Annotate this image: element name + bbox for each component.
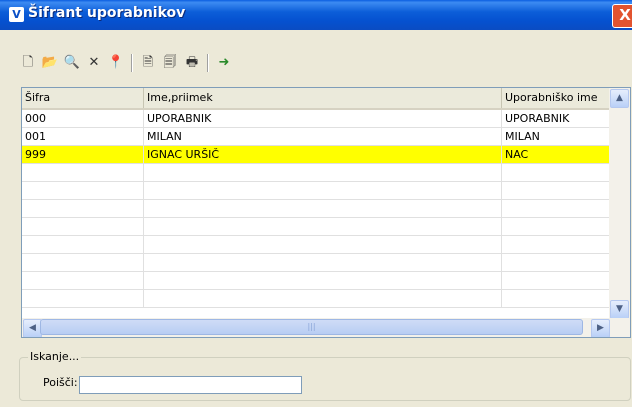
cell-empty: [22, 254, 144, 272]
cell-sifra: 000: [22, 110, 144, 128]
table-row[interactable]: 001 MILAN MILAN: [22, 128, 612, 146]
new-document-icon[interactable]: 🗋: [18, 52, 38, 74]
search-label: Poišči:: [43, 376, 78, 389]
scroll-down-icon[interactable]: ▼: [610, 300, 629, 319]
exit-icon[interactable]: ➜: [214, 52, 234, 74]
grid-header: Šifra Ime,priimek Uporabniško ime: [22, 88, 612, 110]
cell-empty: [22, 182, 144, 200]
cell-ime-priimek: UPORABNIK: [144, 110, 502, 128]
cell-empty: [144, 218, 502, 236]
search-preview-icon[interactable]: 🔍: [62, 52, 82, 74]
table-row-empty[interactable]: [22, 182, 612, 200]
title-bar[interactable]: V Šifrant uporabnikov X: [0, 0, 632, 30]
horizontal-scrollbar[interactable]: ◀ ||| ▶: [22, 318, 630, 337]
table-row-empty[interactable]: [22, 254, 612, 272]
cell-empty: [502, 200, 612, 218]
cell-empty: [144, 200, 502, 218]
close-button[interactable]: X: [612, 4, 632, 28]
table-row-empty[interactable]: [22, 236, 612, 254]
cell-empty: [144, 272, 502, 290]
column-header-sifra[interactable]: Šifra: [22, 88, 144, 108]
cell-ime-priimek: IGNAC URŠIČ: [144, 146, 502, 164]
cell-empty: [144, 164, 502, 182]
open-folder-icon[interactable]: 📂: [40, 52, 60, 74]
delete-icon[interactable]: ✕: [84, 52, 104, 74]
vertical-scrollbar[interactable]: ▲ ▼: [609, 88, 630, 319]
cell-empty: [144, 182, 502, 200]
toolbar-separator: [131, 54, 133, 72]
table-row-empty[interactable]: [22, 290, 612, 308]
table-row-empty[interactable]: [22, 164, 612, 182]
users-grid[interactable]: Šifra Ime,priimek Uporabniško ime 000 UP…: [21, 87, 631, 338]
cell-sifra: 001: [22, 128, 144, 146]
cell-empty: [502, 218, 612, 236]
table-row-empty[interactable]: [22, 272, 612, 290]
cell-empty: [22, 272, 144, 290]
pin-icon[interactable]: 📍: [106, 52, 126, 74]
window-title: Šifrant uporabnikov: [28, 5, 186, 21]
app-icon: V: [9, 7, 24, 22]
table-row-empty[interactable]: [22, 218, 612, 236]
search-group-legend: Iskanje...: [28, 350, 82, 363]
cell-uporabnisko-ime: MILAN: [502, 128, 612, 146]
cell-sifra: 999: [22, 146, 144, 164]
toolbar-separator: [207, 54, 209, 72]
cell-empty: [502, 236, 612, 254]
cell-empty: [22, 236, 144, 254]
cell-empty: [22, 290, 144, 308]
table-row-empty[interactable]: [22, 200, 612, 218]
table-row-selected[interactable]: 999 IGNAC URŠIČ NAC: [22, 146, 612, 164]
cell-empty: [502, 182, 612, 200]
cell-empty: [22, 218, 144, 236]
cell-empty: [502, 272, 612, 290]
column-header-ime-priimek[interactable]: Ime,priimek: [144, 88, 502, 108]
cell-empty: [144, 290, 502, 308]
cell-empty: [22, 200, 144, 218]
column-header-uporabnisko-ime[interactable]: Uporabniško ime: [502, 88, 612, 108]
cell-empty: [502, 254, 612, 272]
table-row[interactable]: 000 UPORABNIK UPORABNIK: [22, 110, 612, 128]
scroll-up-icon[interactable]: ▲: [610, 89, 629, 108]
print-preview-icon[interactable]: 🗎: [138, 52, 158, 74]
cell-empty: [144, 254, 502, 272]
scroll-right-icon[interactable]: ▶: [591, 319, 610, 337]
cell-empty: [502, 290, 612, 308]
cell-empty: [22, 164, 144, 182]
printer-icon[interactable]: 🖶: [182, 52, 202, 74]
cell-ime-priimek: MILAN: [144, 128, 502, 146]
page-setup-icon[interactable]: 🗐: [160, 52, 180, 74]
cell-empty: [502, 164, 612, 182]
cell-uporabnisko-ime: UPORABNIK: [502, 110, 612, 128]
horizontal-scroll-thumb[interactable]: |||: [40, 319, 583, 335]
search-input[interactable]: [79, 376, 302, 394]
cell-uporabnisko-ime: NAC: [502, 146, 612, 164]
cell-empty: [144, 236, 502, 254]
